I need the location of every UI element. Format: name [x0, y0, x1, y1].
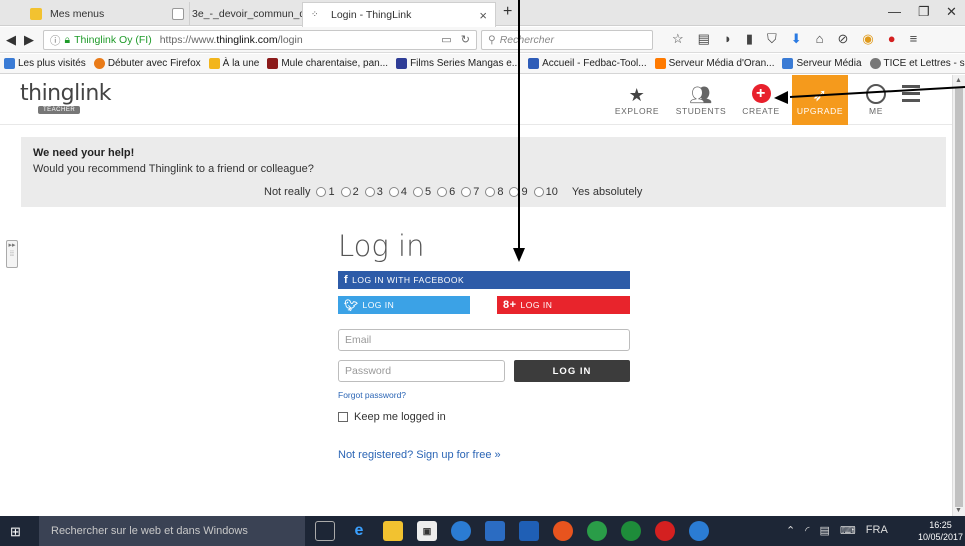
windows-taskbar: ⊞ Rechercher sur le web et dans Windows …: [0, 516, 965, 546]
taskbar-apps: e ▣: [315, 521, 709, 541]
system-tray: ⌃ ◜ ▤ ⌨ FRA: [786, 524, 888, 537]
file-explorer-icon[interactable]: [383, 521, 403, 541]
network-icon[interactable]: ◜: [805, 524, 809, 537]
keyboard-icon[interactable]: ⌨: [840, 524, 856, 537]
store-icon[interactable]: ▣: [417, 521, 437, 541]
windows-start-icon[interactable]: ⊞: [10, 524, 21, 540]
app-icon[interactable]: [621, 521, 641, 541]
firefox-icon[interactable]: [553, 521, 573, 541]
annotation-arrows: [513, 0, 965, 262]
taskbar-search[interactable]: Rechercher sur le web et dans Windows: [39, 516, 305, 546]
app-icon[interactable]: [689, 521, 709, 541]
edge-icon[interactable]: e: [349, 521, 369, 541]
app-icon[interactable]: [451, 521, 471, 541]
app-icon[interactable]: [655, 521, 675, 541]
notification-icon[interactable]: ▤: [819, 524, 829, 537]
chrome-icon[interactable]: [587, 521, 607, 541]
task-view-icon[interactable]: [315, 521, 335, 541]
system-clock[interactable]: 16:25 10/05/2017: [918, 519, 963, 543]
language-indicator[interactable]: FRA: [866, 524, 888, 537]
tray-chevron-icon[interactable]: ⌃: [786, 524, 795, 537]
app-icon[interactable]: [519, 521, 539, 541]
app-icon[interactable]: [485, 521, 505, 541]
taskbar-search-placeholder: Rechercher sur le web et dans Windows: [51, 525, 248, 537]
